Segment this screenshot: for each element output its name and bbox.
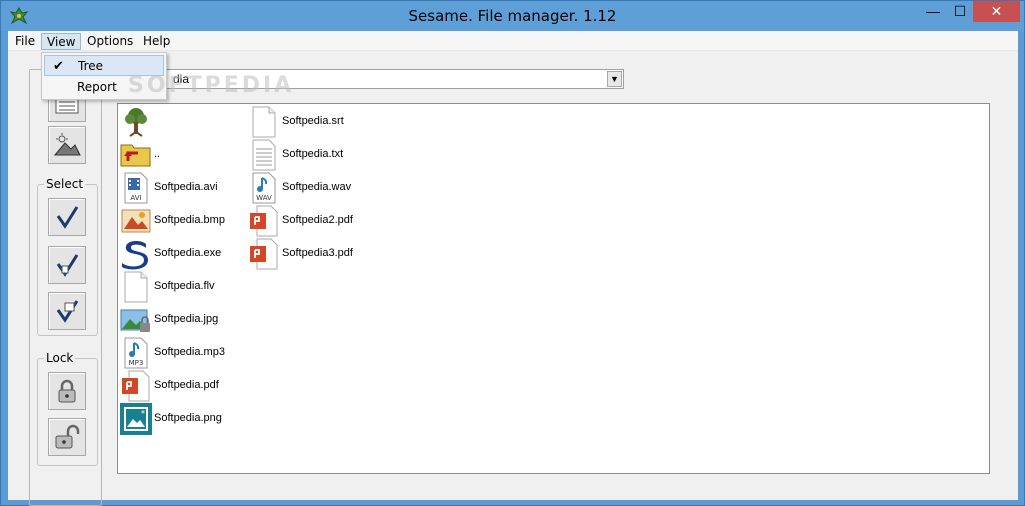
svg-text:*: * [141,409,145,418]
select-files-button[interactable] [48,246,86,284]
file-name: Softpedia.srt [282,115,344,127]
file-name: Softpedia.pdf [154,379,219,391]
mp3-icon: MP3 [124,337,148,369]
avi-label: AVI [130,194,141,202]
view-menu-report[interactable]: Report [44,77,164,98]
exe-icon [122,241,148,270]
window-title: Sesame. File manager. 1.12 [408,7,617,25]
unlock-button[interactable] [48,418,86,456]
file-name: Softpedia2.pdf [282,214,353,226]
menu-bar: File View Options Help [8,31,1018,51]
avi-icon: AVI [124,172,148,204]
close-button[interactable]: ✕ [973,1,1020,22]
title-bar[interactable]: Sesame. File manager. 1.12 — ☐ ✕ [1,1,1024,31]
parent-folder-icon [120,144,151,167]
file-name: Softpedia.txt [282,148,344,160]
tree-icon [125,108,147,137]
view-menu-tree[interactable]: ✔ Tree [44,55,164,76]
select-group: Select [37,177,98,336]
file-name: Softpedia.mp3 [154,346,225,358]
tool-panel: Select Lock [29,69,102,506]
file-name: Softpedia.jpg [154,313,219,325]
checkmark-icon [56,206,79,229]
lock-icon [58,379,76,403]
file-name: Softpedia.avi [154,181,218,193]
wav-icon: WAV [252,172,276,204]
select-all-button[interactable] [48,198,86,236]
select-group-label: Select [44,177,86,191]
uncheck-icon [56,300,79,323]
file-name: Softpedia.flv [154,280,215,292]
lock-button[interactable] [48,372,86,410]
pdf-icon [250,205,278,237]
text-file-icon [252,139,276,171]
wav-label: WAV [256,194,272,202]
pdf-icon [250,238,278,270]
check-file-icon [56,254,79,277]
bmp-icon [121,209,151,233]
blank-file-icon [124,271,148,303]
menu-help[interactable]: Help [138,33,175,50]
file-list[interactable]: .. AVI Softpedia.avi Softpedia.bmp Softp… [117,103,990,474]
unlock-icon [55,424,80,449]
menu-file[interactable]: File [10,33,40,50]
dropdown-arrow-icon[interactable]: ▼ [607,71,622,87]
lock-group: Lock [37,351,98,466]
maximize-button[interactable]: ☐ [947,1,973,22]
path-combobox[interactable]: dia ▼ [118,69,624,89]
path-value: dia [173,72,190,86]
file-name: Softpedia.png [154,412,222,424]
view-menu-tree-label: Tree [78,59,104,73]
mp3-label: MP3 [129,359,144,367]
landscape-icon [53,133,81,156]
app-window: Sesame. File manager. 1.12 — ☐ ✕ File Vi… [0,0,1025,506]
file-name: Softpedia3.pdf [282,247,353,259]
view-dropdown-menu: ✔ Tree Report [41,52,167,100]
client-area: File View Options Help ✔ Tree Report Sel… [8,31,1018,506]
menu-options[interactable]: Options [82,33,138,50]
minimize-button[interactable]: — [919,1,947,22]
file-name: Softpedia.wav [282,181,352,193]
file-name: Softpedia.bmp [154,214,225,226]
view-menu-report-label: Report [77,80,117,94]
menu-view[interactable]: View [41,33,82,50]
file-name: .. [154,148,161,160]
check-icon: ✔ [53,59,64,74]
png-icon: * [120,403,152,435]
picture-view-button[interactable] [48,126,86,164]
pdf-icon [122,370,150,402]
jpg-icon [120,309,150,332]
deselect-button[interactable] [48,292,86,330]
file-name: Softpedia.exe [154,247,222,259]
blank-file-icon [252,106,276,138]
lock-group-label: Lock [44,351,76,365]
